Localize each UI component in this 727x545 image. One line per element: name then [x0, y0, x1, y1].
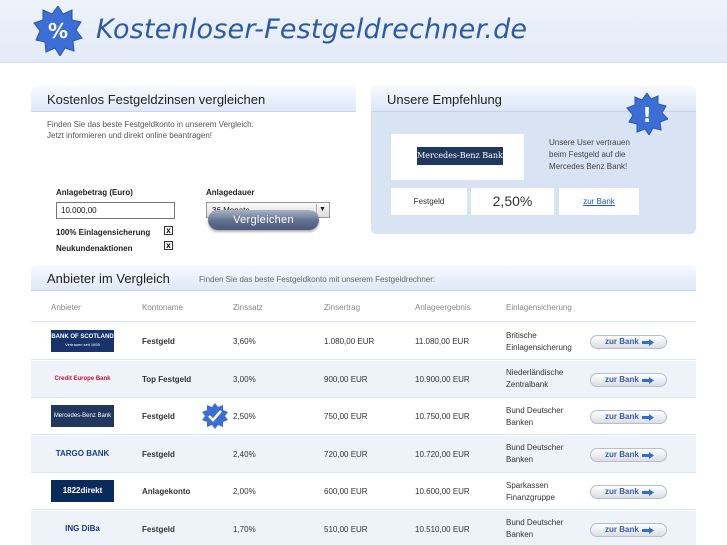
column-header-rate[interactable]: Zinssatz	[233, 303, 263, 312]
account-name: Festgeld	[142, 524, 175, 534]
bank-logo[interactable]: TARGO BANK	[51, 443, 114, 465]
arrow-right-icon	[642, 489, 654, 496]
bank-logo[interactable]: Mercedes-Benz Bank	[51, 405, 114, 427]
account-name: Festgeld	[142, 412, 175, 421]
recommended-bank-logo: Mercedes-Benz Bank	[417, 147, 503, 165]
interest-rate: 2,00%	[233, 487, 256, 496]
offers-panel: Anbieter im Vergleich Finden Sie das bes…	[31, 265, 696, 545]
percent-badge-icon: %	[33, 6, 83, 56]
account-name: Anlagekonto	[142, 487, 191, 496]
investment-result: 10.510,00 EUR	[415, 524, 470, 534]
interest-amount: 750,00 EUR	[324, 412, 368, 421]
offers-subtitle: Finden Sie das beste Festgeldkonto mit u…	[199, 275, 436, 284]
deposit-protection: Bund Deutscher Banken	[506, 443, 564, 464]
interest-amount: 1.080,00 EUR	[324, 337, 375, 346]
column-header-result[interactable]: Anlageergebnis	[415, 303, 471, 312]
table-header: Anbieter Kontoname Zinssatz Zinsertrag A…	[31, 292, 696, 322]
zur-bank-button[interactable]: zur Bank	[590, 335, 667, 349]
recommended-rate: 2,50%	[471, 188, 554, 215]
duration-label: Anlagedauer	[206, 188, 255, 197]
zur-bank-button[interactable]: zur Bank	[590, 372, 667, 387]
deposit-protection: Sparkassen Finanzgruppe	[506, 480, 555, 502]
deposit-protection: Niederländische Zentralbank	[506, 368, 564, 389]
investment-result: 11.080,00 EUR	[415, 337, 470, 346]
amount-input[interactable]	[56, 202, 175, 219]
investment-result: 10.600,00 EUR	[415, 487, 470, 496]
zur-bank-button[interactable]: zur Bank	[590, 522, 667, 537]
table-row: 1822direkt Anlagekonto 2,00% 600,00 EUR 10.6…	[31, 473, 696, 510]
recommended-product: Festgeld	[391, 188, 467, 215]
column-header-provider[interactable]: Anbieter	[51, 303, 81, 312]
investment-result: 10.750,00 EUR	[415, 412, 470, 421]
new-customer-offers-checkbox[interactable]: x	[164, 241, 173, 250]
exclamation-badge-icon: !	[626, 93, 668, 135]
interest-rate: 1,70%	[233, 524, 256, 534]
interest-rate: 2,50%	[233, 412, 256, 421]
arrow-right-icon	[642, 451, 654, 459]
new-customer-offers-label: Neukundenaktionen	[56, 244, 133, 253]
column-header-deposit-protection[interactable]: Einlagensicherung	[506, 303, 572, 312]
interest-amount: 600,00 EUR	[324, 487, 368, 496]
site-header: % Kostenloser-Festgeldrechner.de	[0, 0, 727, 63]
svg-text:!: !	[642, 103, 651, 127]
compare-form: Finden Sie das beste Festgeldkonto in un…	[31, 112, 356, 253]
deposit-protection-checkbox[interactable]: x	[164, 226, 173, 235]
zur-bank-button[interactable]: zur Bank	[590, 485, 667, 499]
bank-logo[interactable]: 1822direkt	[51, 480, 114, 502]
recommended-bank-logo-box[interactable]: Mercedes-Benz Bank	[391, 134, 524, 180]
compare-panel-title: Kostenlos Festgeldzinsen vergleichen	[31, 86, 356, 112]
interest-rate: 3,60%	[233, 337, 256, 346]
investment-result: 10.900,00 EUR	[415, 374, 470, 384]
bank-logo[interactable]: BANK OF SCOTLAND Vertrauen seit 1695	[51, 330, 114, 352]
investment-result: 10.720,00 EUR	[415, 449, 470, 459]
compare-button[interactable]: Vergleichen	[208, 210, 319, 230]
interest-amount: 900,00 EUR	[324, 374, 368, 384]
compare-panel: Kostenlos Festgeldzinsen vergleichen Fin…	[31, 86, 356, 253]
recommendation-text: Unsere User vertrauen beim Festgeld auf …	[549, 138, 630, 171]
arrow-right-icon	[642, 526, 654, 534]
bank-logo[interactable]: Credit Europe Bank	[51, 368, 114, 390]
table-row: BANK OF SCOTLAND Vertrauen seit 1695 Festg…	[31, 323, 696, 360]
arrow-right-icon	[642, 414, 654, 421]
column-header-interest[interactable]: Zinsertrag	[324, 303, 360, 312]
arrow-right-icon	[642, 376, 654, 384]
zur-bank-button[interactable]: zur Bank	[590, 447, 667, 462]
zur-bank-button[interactable]: zur Bank	[590, 410, 667, 424]
table-row: ING DiBa Festgeld 1,70% 510,00 EUR 10.510,00…	[31, 510, 696, 545]
deposit-protection: Bund Deutscher Banken	[506, 518, 564, 539]
account-name: Festgeld	[142, 337, 175, 346]
compare-description: Finden Sie das beste Festgeldkonto in un…	[47, 120, 254, 140]
bank-logo[interactable]: ING DiBa	[51, 518, 114, 540]
chevron-down-icon[interactable]: ▼	[316, 204, 328, 216]
table-row: Credit Europe Bank Top Festgeld 3,00% 900,0…	[31, 360, 696, 398]
deposit-protection: Bund Deutscher Banken	[506, 405, 564, 427]
column-header-account[interactable]: Kontoname	[142, 303, 183, 312]
arrow-right-icon	[642, 339, 654, 346]
account-name: Festgeld	[142, 449, 175, 459]
site-title[interactable]: Kostenloser-Festgeldrechner.de	[96, 14, 527, 45]
svg-text:%: %	[48, 19, 68, 43]
interest-amount: 510,00 EUR	[324, 524, 368, 534]
deposit-protection-label: 100% Einlagensicherung	[56, 228, 151, 237]
amount-label: Anlagebetrag (Euro)	[56, 188, 133, 197]
interest-rate: 3,00%	[233, 374, 256, 384]
table-row: Mercedes-Benz Bank Festgeld 2,50% 750,00 EU…	[31, 398, 696, 435]
table-row: TARGO BANK Festgeld 2,40% 720,00 EUR 10.720,…	[31, 435, 696, 473]
account-name: Top Festgeld	[142, 374, 192, 384]
interest-amount: 720,00 EUR	[324, 449, 368, 459]
deposit-protection: Britische Einlagensicherung	[506, 330, 572, 352]
recommended-bank-link[interactable]: zur Bank	[559, 188, 639, 215]
interest-rate: 2,40%	[233, 449, 256, 459]
recommended-checkmark-badge-icon	[202, 403, 228, 429]
recommendation-panel: Unsere Empfehlung ! Mercedes-Benz Bank U…	[371, 86, 696, 234]
